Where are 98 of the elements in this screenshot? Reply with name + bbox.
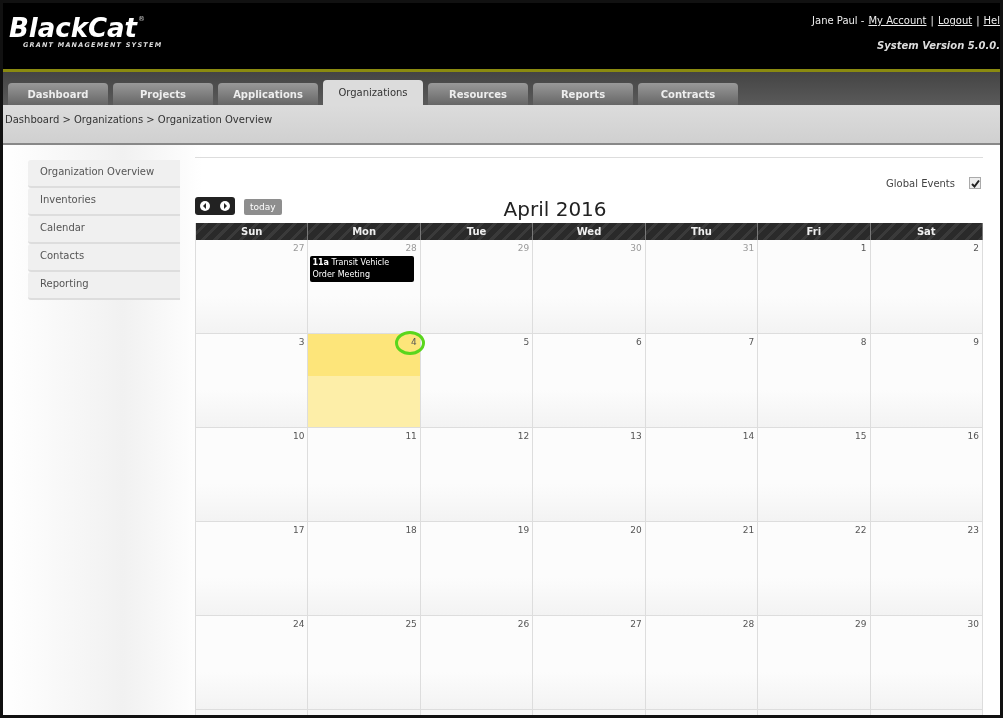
day-number: 10 [292,431,305,441]
day-cell[interactable]: 13 [533,428,646,522]
weekday-header: Wed [533,223,646,240]
day-number: 17 [292,525,305,535]
day-cell[interactable]: 16 [870,428,983,522]
nav-tab[interactable]: Applications [218,83,318,105]
nav-tab[interactable]: Dashboard [8,83,108,105]
day-number: 31 [742,243,755,253]
nav-tab[interactable]: Contracts [638,83,738,105]
calendar-event[interactable]: 11a Transit Vehicle Order Meeting [310,256,414,282]
day-cell[interactable]: 5 [420,334,534,428]
day-number: 22 [855,525,867,535]
day-number: 23 [967,525,979,535]
day-cell[interactable]: 23 [870,522,983,616]
day-number: 2 [973,243,979,253]
day-number: 19 [517,525,530,535]
day-number: 7 [748,337,755,347]
month-title: April 2016 [503,197,607,221]
day-cell[interactable]: 25 [308,616,421,710]
day-number: 14 [742,431,755,441]
separator: | [930,15,934,26]
checkbox[interactable] [969,177,981,189]
day-number: 29 [517,243,530,253]
day-cell[interactable]: 15 [758,428,871,522]
day-number: 16 [967,431,979,441]
checkbox-label: Global Events [886,177,955,189]
weekday-header: Thu [645,223,759,240]
day-cell[interactable]: 29 [758,616,871,710]
day-number: 12 [517,431,530,441]
day-number: 25 [405,619,417,629]
day-number: 30 [967,619,979,629]
user-name: Jane Paul - [812,15,865,26]
day-cell[interactable]: 30 [870,616,983,710]
day-number: 1 [860,243,867,253]
day-cell[interactable]: 17 [196,522,309,616]
sidebar-item[interactable]: Inventories [28,188,180,216]
day-cell[interactable]: 10 [196,428,309,522]
day-cell[interactable]: 2 [870,240,983,334]
day-cell[interactable]: 8 [758,334,871,428]
nav-tab[interactable]: Reports [533,83,633,105]
day-number: 9 [973,337,979,347]
day-cell[interactable]: 14 [645,428,759,522]
day-number: 18 [405,525,417,535]
day-number: 13 [630,431,642,441]
sidebar-item[interactable]: Organization Overview [28,160,180,188]
nav-tab[interactable]: Resources [428,83,528,105]
day-cell[interactable]: 26 [420,616,534,710]
day-number: 20 [630,525,642,535]
day-number: 30 [630,243,642,253]
day-cell[interactable]: 21 [645,522,759,616]
version-label: System Version 5.0.0. [877,40,1000,51]
separator: | [976,15,980,26]
header-link[interactable]: Hel [983,15,1000,26]
day-number: 6 [635,337,642,347]
weekday-header: Tue [420,223,534,240]
day-number: 27 [292,243,305,253]
day-number: 28 [405,243,417,253]
breadcrumb: Dashboard > Organizations > Organization Overview [5,114,273,125]
sidebar-item[interactable]: Reporting [28,272,180,300]
day-cell[interactable]: 7 [645,334,759,428]
header-link[interactable]: Logout [937,15,973,26]
weekday-header: Sun [196,223,309,240]
day-cell[interactable]: 19 [420,522,534,616]
day-cell[interactable]: 27 [533,616,646,710]
day-number: 3 [298,337,305,347]
day-cell[interactable]: 28 [645,616,759,710]
day-cell[interactable]: 1 [758,240,871,334]
sidebar-item[interactable]: Calendar [28,216,180,244]
day-number: 27 [630,619,642,629]
day-number: 5 [523,337,530,347]
day-number: 15 [855,431,867,441]
day-number: 11 [405,431,417,441]
previous-button[interactable] [199,200,211,212]
day-cell[interactable]: 11 [308,428,421,522]
day-number: 28 [742,619,755,629]
day-cell[interactable]: 28 11a Transit Vehicle Order Meeting [308,240,421,334]
day-cell[interactable]: 24 [196,616,309,710]
day-cell[interactable]: 3 [196,334,309,428]
next-button[interactable] [219,200,231,212]
header-link[interactable]: My Account [868,15,927,26]
day-number: 8 [860,337,867,347]
day-cell[interactable]: 6 [533,334,646,428]
day-number: 4 [411,337,417,347]
day-number: 29 [855,619,867,629]
weekday-header: Fri [758,223,871,240]
day-number: 21 [742,525,755,535]
logo-text: BlackCat [9,15,138,41]
sidebar-item[interactable]: Contacts [28,244,180,272]
day-number: 24 [292,619,305,629]
day-number: 26 [517,619,530,629]
day-cell[interactable]: 12 [420,428,534,522]
day-cell[interactable]: 22 [758,522,871,616]
nav-tab[interactable]: Organizations [323,80,423,105]
day-cell[interactable]: 20 [533,522,646,616]
day-cell[interactable]: 18 [308,522,421,616]
day-cell[interactable]: 9 [870,334,983,428]
weekday-header: Mon [308,223,421,240]
weekday-header: Sat [870,223,983,240]
